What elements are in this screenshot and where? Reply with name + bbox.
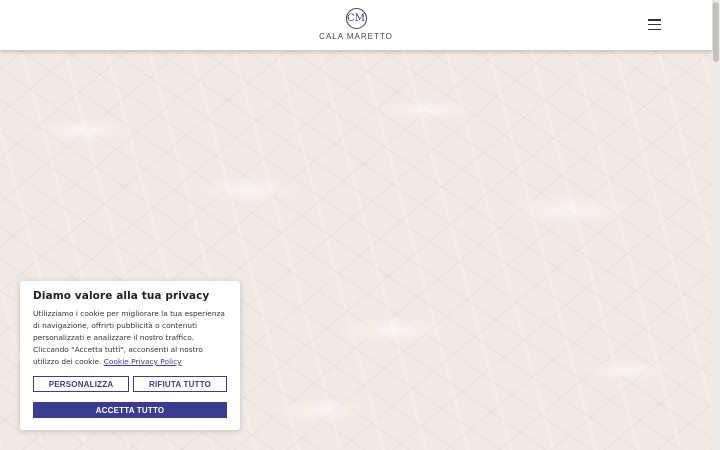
customize-button[interactable]: PERSONALIZZA bbox=[33, 376, 129, 392]
logo-icon: CM bbox=[345, 8, 367, 29]
scrollbar-thumb[interactable] bbox=[713, 2, 719, 62]
cookie-consent-banner: Diamo valore alla tua privacy Utilizziam… bbox=[20, 281, 240, 430]
hamburger-line bbox=[648, 28, 661, 30]
accept-all-button[interactable]: ACCETTA TUTTO bbox=[33, 402, 227, 418]
cookie-banner-title: Diamo valore alla tua privacy bbox=[33, 290, 210, 302]
cookie-banner-text: Utilizziamo i cookie per migliorare la t… bbox=[33, 308, 231, 368]
hamburger-line bbox=[648, 23, 661, 26]
site-header: CM CALA MARETTO bbox=[0, 0, 712, 50]
reject-all-button[interactable]: RIFIUTA TUTTO bbox=[133, 376, 227, 392]
hamburger-icon[interactable] bbox=[648, 19, 661, 30]
hamburger-line bbox=[648, 19, 661, 21]
cookie-policy-link[interactable]: Cookie Privacy Policy bbox=[104, 357, 182, 366]
page-scrollbar[interactable] bbox=[712, 0, 720, 450]
logo-text: CALA MARETTO bbox=[319, 32, 393, 41]
site-logo[interactable]: CM CALA MARETTO bbox=[319, 8, 392, 44]
